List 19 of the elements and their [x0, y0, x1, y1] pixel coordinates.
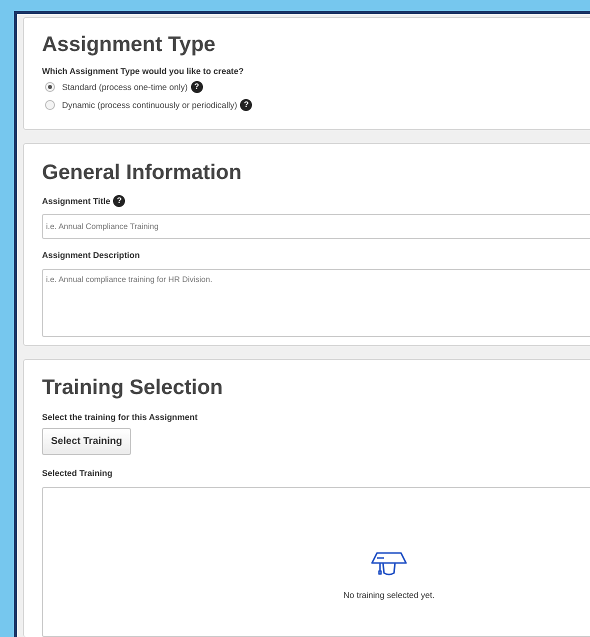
section-title: General Information — [42, 162, 243, 183]
radio-label: Standard (process one-time only) — [62, 80, 188, 94]
help-icon[interactable]: ? — [190, 81, 203, 94]
description-input-field[interactable]: i.e. Annual compliance training for HR Division. — [42, 268, 590, 336]
field-label: Assignment Description — [42, 248, 141, 262]
question-label: Which Assignment Type would you like to create? — [42, 65, 245, 78]
select-training-button[interactable]: Select Training — [42, 428, 132, 456]
section-title: Training Selection — [42, 376, 224, 398]
field-label: Selected Training — [42, 467, 114, 480]
section-title: Assignment Type — [42, 34, 216, 55]
radio-button[interactable] — [45, 100, 55, 110]
radio-button[interactable] — [45, 82, 55, 92]
prompt-label: Select the training for this Assignment — [42, 410, 199, 424]
empty-message: No training selected yet. — [343, 589, 435, 602]
help-icon[interactable]: ? — [113, 195, 126, 208]
title-input-field[interactable]: i.e. Annual Compliance Training — [42, 214, 590, 239]
radio-label: Dynamic (process continuously or periodically) — [62, 98, 238, 112]
field-label: Assignment Title — [42, 195, 110, 208]
help-icon[interactable]: ? — [240, 98, 252, 111]
